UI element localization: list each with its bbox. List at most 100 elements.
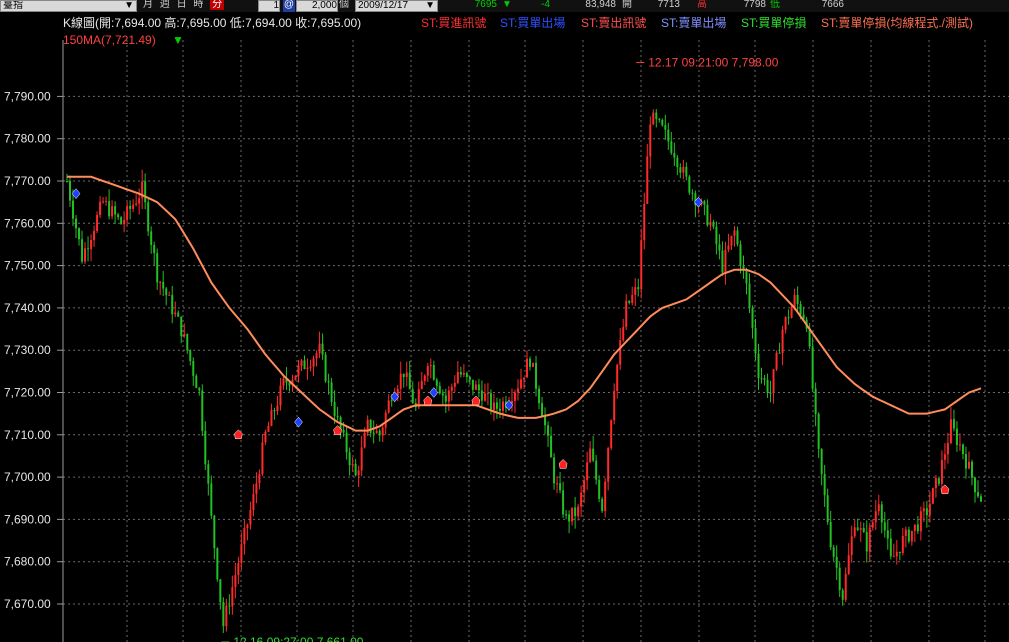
candle-body: [775, 352, 778, 370]
candle-body: [943, 454, 946, 460]
candle-body: [670, 141, 673, 153]
legend-buy-stop[interactable]: ST:買單停損: [741, 15, 806, 30]
low-label: 低: [770, 0, 780, 10]
low-annotation: 12.16 09:27:00 7,661.00: [233, 635, 363, 642]
candle-body: [378, 430, 381, 436]
candle-body: [757, 353, 760, 379]
candle-body: [312, 358, 315, 367]
candle-body: [778, 352, 781, 354]
date-chevron-down-icon[interactable]: ▼: [425, 1, 435, 11]
candle-body: [598, 479, 601, 499]
candle-body: [550, 435, 553, 458]
candle-body: [619, 340, 622, 365]
quantity-value: 2,000: [311, 0, 337, 11]
candle-body: [228, 605, 231, 607]
candle-body: [643, 203, 646, 241]
candle-body: [273, 410, 276, 412]
candle-body: [541, 403, 544, 417]
candle-body: [144, 181, 147, 203]
candle-body: [459, 372, 462, 375]
price-chart[interactable]: 7,670.00 7,680.00 7,690.00 7,700.00 7,710.00…: [0, 12, 1009, 642]
legend-sell-stop[interactable]: ST:賣單停損(均線程式./測試): [821, 15, 973, 30]
candle-body: [486, 393, 489, 395]
chevron-down-icon[interactable]: ▼: [124, 1, 134, 11]
period-week-button[interactable]: 週: [160, 0, 170, 10]
open-label: 開: [622, 0, 632, 10]
candle-body: [586, 462, 589, 481]
candle-body: [207, 464, 210, 484]
date-select[interactable]: 2009/12/17 ▼: [355, 0, 438, 12]
candle-body: [78, 228, 81, 240]
candle-body: [847, 555, 850, 574]
candle-body: [790, 307, 793, 318]
candle-body: [330, 382, 333, 402]
candle-body: [544, 416, 547, 426]
candle-body: [102, 201, 105, 203]
period-hour-button[interactable]: 時: [193, 0, 203, 10]
candle-body: [123, 219, 126, 225]
candle-body: [87, 248, 90, 250]
candle-body: [324, 354, 327, 382]
legend-sell-signal[interactable]: ST:賣出訊號: [581, 15, 646, 30]
period-month-button[interactable]: 月: [143, 0, 153, 10]
period-minute-button[interactable]: 分: [210, 0, 225, 10]
ma-label[interactable]: 150MA(7,721.49): [63, 33, 156, 47]
legend-buy-signal[interactable]: ST:買進訊號: [421, 15, 486, 30]
candle-body: [865, 532, 868, 552]
candle-body: [222, 602, 225, 627]
candle-body: [610, 420, 613, 449]
candle-body: [429, 365, 432, 367]
candle-body: [198, 388, 201, 391]
candle-body: [574, 507, 577, 517]
period-day-button[interactable]: 日: [177, 0, 187, 10]
candle-body: [162, 281, 165, 289]
candle-body: [495, 402, 498, 409]
candle-body: [715, 226, 718, 245]
interval-input[interactable]: 1: [258, 0, 280, 12]
candle-body: [895, 551, 898, 557]
candle-body: [210, 483, 213, 516]
candle-body: [973, 477, 976, 493]
candle-body: [99, 201, 102, 215]
candle-body: [781, 329, 784, 354]
candle-body: [904, 529, 907, 536]
candle-body: [547, 425, 550, 436]
candle-body: [474, 384, 477, 390]
y-tick-label: 7,680.00: [4, 555, 51, 569]
candle-body: [66, 181, 68, 182]
legend-sell-exit[interactable]: ST:賣單出場: [661, 15, 726, 30]
candle-body: [922, 508, 925, 512]
candle-body: [730, 235, 733, 246]
candle-body: [559, 483, 562, 491]
candle-body: [465, 372, 468, 378]
candle-body: [946, 443, 949, 455]
candle-body: [519, 379, 522, 389]
candle-body: [577, 506, 580, 517]
candle-body: [673, 152, 676, 158]
candle-body: [832, 547, 835, 557]
candle-body: [174, 312, 177, 315]
candle-body: [438, 385, 441, 394]
candle-body: [483, 393, 486, 401]
candle-body: [844, 573, 847, 600]
candle-body: [883, 522, 886, 531]
candle-body: [784, 317, 787, 330]
candle-body: [889, 538, 892, 557]
candle-body: [820, 448, 823, 475]
candle-body: [360, 447, 363, 471]
candle-body: [306, 367, 309, 369]
candle-body: [171, 294, 174, 315]
candle-body: [279, 385, 282, 406]
candle-body: [652, 112, 655, 125]
quantity-input[interactable]: 2,000: [296, 0, 338, 12]
candle-body: [471, 379, 474, 390]
candle-body: [318, 343, 321, 354]
symbol-select[interactable]: 臺指 ▼: [0, 0, 137, 12]
candle-body: [93, 230, 96, 240]
candle-body: [655, 112, 658, 120]
candle-body: [955, 428, 958, 446]
candle-body: [468, 377, 471, 380]
candle-body: [216, 548, 219, 580]
candle-body: [724, 249, 727, 273]
legend-buy-exit[interactable]: ST:買單出場: [500, 16, 565, 30]
